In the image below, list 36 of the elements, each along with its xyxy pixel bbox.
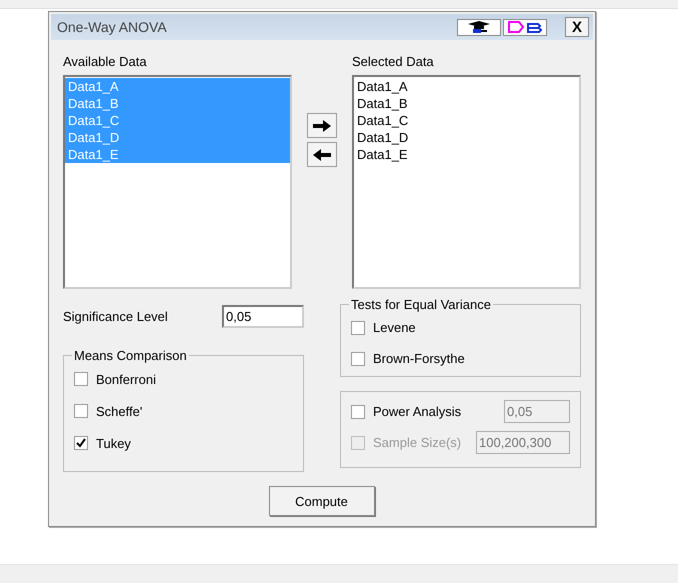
group-title: Tests for Equal Variance bbox=[350, 297, 492, 312]
toolbar-button[interactable] bbox=[457, 18, 501, 36]
checkbox-label: Tukey bbox=[96, 436, 131, 450]
list-label: Selected Data bbox=[352, 54, 435, 69]
window-title: One-Way ANOVA bbox=[57, 19, 168, 35]
group-title: Means Comparison bbox=[73, 348, 188, 363]
db-icon bbox=[507, 21, 543, 33]
right-arrow-icon bbox=[313, 120, 331, 132]
checkbox-label: Sample Size(s) bbox=[373, 435, 462, 450]
compute-button[interactable]: Compute bbox=[268, 486, 374, 516]
significance-label: Significance Level bbox=[63, 309, 168, 324]
list-item[interactable]: Data1_D bbox=[356, 129, 577, 146]
checkbox[interactable] bbox=[74, 404, 88, 418]
add-button[interactable] bbox=[307, 113, 337, 138]
list-label: Available Data bbox=[63, 54, 148, 69]
checkbox-label: Brown-Forsythe bbox=[373, 351, 465, 366]
significance-field[interactable]: 0,05 bbox=[222, 305, 304, 328]
left-arrow-icon bbox=[313, 148, 331, 160]
close-button[interactable]: X bbox=[565, 17, 589, 37]
checkbox[interactable] bbox=[351, 404, 365, 418]
list-item[interactable]: Data1_B bbox=[356, 95, 577, 112]
checkbox-label: Scheffe' bbox=[96, 404, 142, 418]
toolbar-button[interactable] bbox=[503, 18, 547, 36]
list-item[interactable]: Data1_A bbox=[356, 78, 577, 95]
checkbox[interactable] bbox=[74, 436, 88, 450]
list-item[interactable]: Data1_C bbox=[356, 112, 577, 129]
checkbox[interactable] bbox=[74, 372, 88, 386]
value-field[interactable]: 0,05 bbox=[504, 400, 570, 423]
data-listbox[interactable]: Data1_A Data1_B Data1_C Data1_D Data1_E bbox=[352, 75, 581, 289]
list-item[interactable]: Data1_E bbox=[356, 146, 577, 163]
checkbox-label: Power Analysis bbox=[373, 404, 462, 419]
remove-button[interactable] bbox=[307, 142, 337, 167]
checkbox[interactable] bbox=[351, 320, 365, 334]
checkbox-label: Levene bbox=[373, 320, 416, 335]
checkbox-label: Bonferroni bbox=[96, 372, 156, 386]
checkbox[interactable] bbox=[351, 352, 365, 366]
